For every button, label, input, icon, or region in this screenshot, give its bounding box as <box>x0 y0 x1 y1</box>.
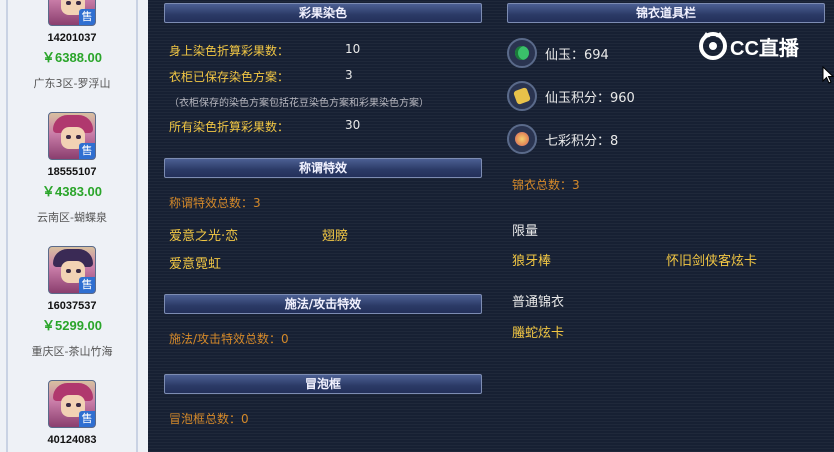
listing-server: 云南区-蝴蝶泉 <box>37 211 107 224</box>
title-effects-header: 称谓特效 <box>164 158 482 178</box>
rainbow-points-icon <box>507 124 537 154</box>
dye-body-value: 10 <box>345 42 361 56</box>
dye-body-label: 身上染色折算彩果数： <box>169 44 290 58</box>
listing-id[interactable]: 14201037 <box>10 32 134 44</box>
for-sale-badge: 售 <box>79 277 95 293</box>
listing-price: ￥5299.00 <box>42 318 102 333</box>
wardrobe-total: 锦衣总数：3 <box>512 178 580 192</box>
bubble-frame-total: 冒泡框总数：0 <box>169 412 249 426</box>
listing-item[interactable]: 售 18555107 ￥4383.00 云南区-蝴蝶泉 <box>10 112 134 225</box>
normal-outfit-label: 普通锦衣 <box>512 295 565 310</box>
listing-id[interactable]: 40124083 <box>10 434 134 446</box>
dye-note: （衣柜保存的染色方案包括花豆染色方案和彩果染色方案） <box>169 98 429 109</box>
for-sale-badge: 售 <box>79 9 95 25</box>
listing-sidebar: 售 14201037 ￥6388.00 广东3区-罗浮山 售 18555107 … <box>0 0 148 452</box>
listing-item[interactable]: 售 40124083 <box>10 380 134 446</box>
title-effects-total: 称谓特效总数：3 <box>169 196 261 210</box>
rainbow-points: 七彩积分：8 <box>545 134 619 149</box>
listing-price: ￥4383.00 <box>42 184 102 199</box>
dye-saved-value: 3 <box>345 68 353 82</box>
for-sale-badge: 售 <box>79 411 95 427</box>
jade-points: 仙玉积分：960 <box>545 91 635 106</box>
title-effect-item[interactable]: 爱意之光·恋 <box>169 225 238 244</box>
bubble-frame-header: 冒泡框 <box>164 374 482 394</box>
dye-total-value: 30 <box>345 118 361 132</box>
title-effect-item[interactable]: 爱意霓虹 <box>169 253 221 272</box>
jade-balance: 仙玉：694 <box>545 48 609 63</box>
spell-effects-total: 施法/攻击特效总数：0 <box>169 332 289 346</box>
stream-watermark: CC直播 <box>696 28 808 64</box>
listing-server: 重庆区-茶山竹海 <box>31 345 113 358</box>
sidebar-rail-left <box>6 0 8 452</box>
watermark-text: CC直播 <box>730 38 799 60</box>
listing-item[interactable]: 售 14201037 ￥6388.00 广东3区-罗浮山 <box>10 0 134 91</box>
listing-server: 广东3区-罗浮山 <box>33 77 111 90</box>
listing-id[interactable]: 16037537 <box>10 300 134 312</box>
listing-id[interactable]: 18555107 <box>10 166 134 178</box>
listing-price: ￥6388.00 <box>42 50 102 65</box>
dye-section-header: 彩果染色 <box>164 3 482 23</box>
listing-item[interactable]: 售 16037537 ￥5299.00 重庆区-茶山竹海 <box>10 246 134 359</box>
dye-total-label: 所有染色折算彩果数： <box>169 120 290 134</box>
character-avatar[interactable]: 售 <box>48 246 96 294</box>
jade-points-icon <box>507 81 537 111</box>
limited-label: 限量 <box>512 224 539 239</box>
normal-outfit-item[interactable]: 螣蛇炫卡 <box>512 322 564 341</box>
character-avatar[interactable]: 售 <box>48 112 96 160</box>
wardrobe-section-header: 锦衣道具栏 <box>507 3 825 23</box>
character-avatar[interactable]: 售 <box>48 380 96 428</box>
limited-item[interactable]: 怀旧剑侠客炫卡 <box>666 250 757 269</box>
mouse-cursor-icon <box>822 66 834 84</box>
limited-item[interactable]: 狼牙棒 <box>512 250 551 269</box>
title-effect-item[interactable]: 翅膀 <box>322 225 348 244</box>
dye-saved-label: 衣柜已保存染色方案： <box>169 70 290 84</box>
cc-logo-icon <box>699 32 727 60</box>
character-detail-panel: 彩果染色 身上染色折算彩果数： 10 衣柜已保存染色方案： 3 （衣柜保存的染色… <box>148 0 834 452</box>
character-avatar[interactable]: 售 <box>48 0 96 26</box>
spell-effects-header: 施法/攻击特效 <box>164 294 482 314</box>
sidebar-rail-right <box>136 0 138 452</box>
jade-coin-icon <box>507 38 537 68</box>
for-sale-badge: 售 <box>79 143 95 159</box>
